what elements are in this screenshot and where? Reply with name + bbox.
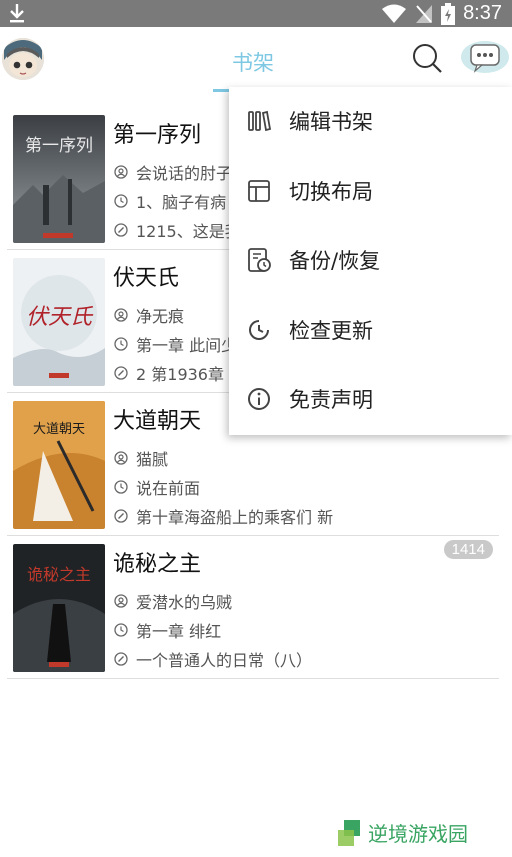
compass-icon — [114, 652, 128, 666]
info-icon — [248, 388, 270, 410]
unread-count-badge: 1414 — [443, 540, 493, 559]
avatar-image — [2, 38, 44, 80]
wifi-icon — [382, 4, 407, 23]
menu-item-label: 免责声明 — [289, 388, 373, 412]
latest-chapter: 1、脑子有病 — [136, 193, 227, 212]
page-title[interactable]: 书架 — [232, 47, 274, 77]
book-author: 净无痕 — [136, 307, 185, 326]
book-author: 猫腻 — [136, 450, 169, 469]
search-icon[interactable] — [410, 41, 444, 75]
overflow-menu: 编辑书架 切换布局 备份/恢复 检查更新 免责声明 — [229, 87, 512, 435]
latest-chapter-row: 说在前面 — [114, 475, 200, 499]
book-author: 会说话的肘子 — [136, 164, 233, 183]
author-icon — [114, 308, 128, 322]
book-title: 大道朝天 — [113, 409, 202, 434]
menu-item-label: 切换布局 — [289, 180, 373, 204]
watermark-text: 逆境游戏园 — [368, 822, 468, 846]
author-icon — [114, 165, 128, 179]
watermark: 逆境游戏园 — [338, 818, 468, 847]
read-progress-row: 2 第1936章 崩 — [114, 361, 245, 385]
latest-chapter: 说在前面 — [136, 479, 201, 498]
download-icon — [10, 4, 24, 23]
author-icon — [114, 451, 128, 465]
no-signal-icon — [416, 4, 433, 23]
book-cover: 诡秘之主 — [13, 544, 105, 672]
book-item[interactable]: 诡秘之主 诡秘之主 1414 爱潜水的乌贼 第一章 绯红 一个普通人的日常（八） — [7, 536, 499, 679]
compass-icon — [114, 366, 128, 380]
menu-item-check-update[interactable]: 检查更新 — [229, 300, 512, 360]
cover-title-text: 伏天氏 — [26, 305, 94, 330]
menu-item-label: 备份/恢复 — [289, 249, 381, 273]
avatar[interactable] — [2, 38, 44, 80]
update-icon — [249, 320, 269, 340]
compass-icon — [114, 223, 128, 237]
book-title: 第一序列 — [113, 123, 202, 148]
cover-title-text: 大道朝天 — [33, 422, 85, 437]
author-row: 爱潜水的乌贼 — [114, 589, 232, 613]
menu-item-disclaimer[interactable]: 免责声明 — [229, 369, 512, 429]
latest-chapter-row: 1、脑子有病 — [114, 189, 226, 213]
author-row: 净无痕 — [114, 303, 184, 327]
compass-icon — [114, 509, 128, 523]
clock-icon — [114, 337, 128, 351]
app-bar: 书架 — [0, 27, 512, 93]
menu-item-backup-restore[interactable]: 备份/恢复 — [229, 230, 512, 290]
book-cover: 第一序列 — [13, 115, 105, 243]
read-progress: 一个普通人的日常（八） — [136, 651, 313, 670]
latest-chapter: 第一章 此间少 — [136, 336, 238, 355]
backup-icon — [248, 248, 271, 272]
read-progress-row: 一个普通人的日常（八） — [114, 647, 312, 671]
author-row: 猫腻 — [114, 446, 168, 470]
book-title: 伏天氏 — [113, 266, 180, 291]
read-progress: 1215、这是我 — [136, 222, 241, 241]
author-row: 会说话的肘子 — [114, 160, 232, 184]
clock-icon — [114, 480, 128, 494]
chat-bubble-icon[interactable] — [460, 37, 510, 77]
clock-icon — [114, 194, 128, 208]
author-icon — [114, 594, 128, 608]
menu-item-switch-layout[interactable]: 切换布局 — [229, 161, 512, 221]
book-cover: 大道朝天 — [13, 401, 105, 529]
book-cover: 伏天氏 — [13, 258, 105, 386]
menu-item-label: 检查更新 — [289, 319, 373, 343]
status-bar: 8:37 — [0, 0, 512, 27]
cover-title-text: 诡秘之主 — [27, 565, 91, 584]
read-progress-row: 1215、这是我 — [114, 218, 241, 242]
layout-icon — [248, 180, 270, 202]
clock-icon — [114, 623, 128, 637]
books-icon — [248, 110, 272, 132]
book-author: 爱潜水的乌贼 — [136, 593, 233, 612]
menu-item-label: 编辑书架 — [289, 110, 373, 134]
menu-item-edit-bookshelf[interactable]: 编辑书架 — [229, 91, 512, 151]
book-title: 诡秘之主 — [113, 552, 202, 577]
read-progress-row: 第十章海盗船上的乘客们 新 — [114, 504, 333, 528]
cover-title-text: 第一序列 — [25, 136, 93, 156]
battery-charging-icon — [441, 2, 456, 25]
watermark-logo-icon — [338, 819, 360, 846]
clock-time: 8:37 — [463, 2, 502, 24]
latest-chapter-row: 第一章 绯红 — [114, 618, 221, 642]
latest-chapter-row: 第一章 此间少 — [114, 332, 237, 356]
latest-chapter: 第一章 绯红 — [136, 622, 222, 641]
read-progress: 第十章海盗船上的乘客们 新 — [136, 508, 334, 527]
